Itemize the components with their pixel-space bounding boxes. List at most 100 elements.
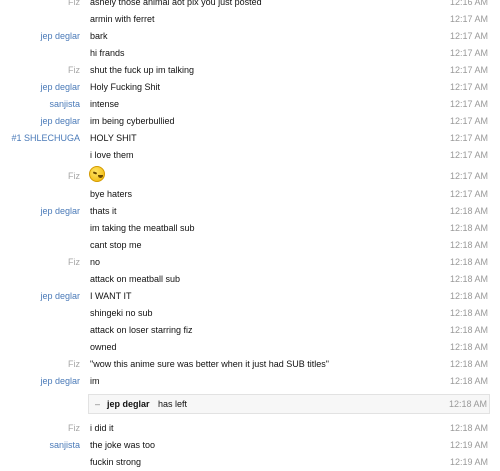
message-text: im taking the meatball sub: [90, 223, 195, 233]
message-timestamp: 12:17 AM: [449, 31, 488, 41]
sender-name[interactable]: Fiz: [0, 62, 80, 79]
message-text: Holy Fucking Shit: [90, 82, 161, 92]
message-row: i love them 12:17 AM: [0, 147, 500, 164]
message-row: jep deglar Holy Fucking Shit 12:17 AM: [0, 79, 500, 96]
system-event-box: – jep deglar has left 12:18 AM: [88, 394, 490, 414]
message-timestamp: 12:18 AM: [449, 359, 488, 369]
message-row: Fiz ashely those animal aot pix you just …: [0, 0, 500, 11]
message-row: im taking the meatball sub 12:18 AM: [0, 220, 500, 237]
message-text: the joke was too: [90, 440, 156, 450]
message-row: sanjista intense 12:17 AM: [0, 96, 500, 113]
message-row: Fiz shut the fuck up im talking 12:17 AM: [0, 62, 500, 79]
message-text: im: [90, 376, 100, 386]
message-timestamp: 12:18 AM: [449, 342, 488, 352]
message-row: armin with ferret 12:17 AM: [0, 11, 500, 28]
message-timestamp: 12:18 AM: [449, 223, 488, 233]
message-text: cant stop me: [90, 240, 142, 250]
sender-name[interactable]: jep deglar: [0, 28, 80, 45]
message-timestamp: 12:18 AM: [449, 257, 488, 267]
message-timestamp: 12:16 AM: [449, 0, 488, 7]
message-row: Fiz "wow this anime sure was better when …: [0, 356, 500, 373]
message-row: cant stop me 12:18 AM: [0, 237, 500, 254]
system-event-timestamp: 12:18 AM: [448, 399, 487, 409]
message-text: attack on meatball sub: [90, 274, 181, 284]
sender-name[interactable]: jep deglar: [0, 203, 80, 220]
message-text: fuckin strong: [90, 457, 142, 467]
message-timestamp: 12:19 AM: [449, 440, 488, 450]
system-event-action: has left: [158, 399, 188, 409]
message-text: I WANT IT: [90, 291, 132, 301]
message-row: Fiz 12:17 AM: [0, 164, 500, 188]
sender-name[interactable]: Fiz: [0, 168, 80, 185]
message-row: attack on meatball sub 12:18 AM: [0, 271, 500, 288]
message-row: fuckin strong 12:19 AM: [0, 454, 500, 471]
laughing-emoji-icon: [89, 166, 105, 182]
message-row: shingeki no sub 12:18 AM: [0, 305, 500, 322]
message-timestamp: 12:17 AM: [449, 65, 488, 75]
message-timestamp: 12:17 AM: [449, 82, 488, 92]
message-timestamp: 12:18 AM: [449, 325, 488, 335]
sender-name[interactable]: #1 SHLECHUGA: [0, 130, 80, 147]
message-row: jep deglar im 12:18 AM: [0, 373, 500, 390]
sender-name[interactable]: jep deglar: [0, 288, 80, 305]
sender-name[interactable]: sanjista: [0, 96, 80, 113]
message-timestamp: 12:19 AM: [449, 457, 488, 467]
message-text: shingeki no sub: [90, 308, 153, 318]
message-row: Fiz i did it 12:18 AM: [0, 420, 500, 437]
message-row: jep deglar bark 12:17 AM: [0, 28, 500, 45]
message-text: bark: [90, 31, 108, 41]
message-text: attack on loser starring fiz: [90, 325, 193, 335]
system-event-user[interactable]: jep deglar: [107, 395, 150, 413]
message-row: jep deglar thats it 12:18 AM: [0, 203, 500, 220]
chat-log: Fiz ashely those animal aot pix you just …: [0, 0, 500, 467]
sender-name[interactable]: Fiz: [0, 254, 80, 271]
message-timestamp: 12:17 AM: [449, 14, 488, 24]
message-timestamp: 12:18 AM: [449, 376, 488, 386]
message-timestamp: 12:17 AM: [449, 99, 488, 109]
message-timestamp: 12:18 AM: [449, 240, 488, 250]
message-timestamp: 12:17 AM: [449, 150, 488, 160]
message-text: "wow this anime sure was better when it …: [90, 359, 329, 369]
message-timestamp: 12:18 AM: [449, 291, 488, 301]
message-row: bye haters 12:17 AM: [0, 186, 500, 203]
message-timestamp: 12:18 AM: [449, 206, 488, 216]
message-text: hi frands: [90, 48, 125, 58]
message-row: sanjista the joke was too 12:19 AM: [0, 437, 500, 454]
message-text: bye haters: [90, 189, 133, 199]
message-row: jep deglar im being cyberbullied 12:17 AM: [0, 113, 500, 130]
message-text: owned: [90, 342, 117, 352]
sender-name[interactable]: jep deglar: [0, 373, 80, 390]
message-timestamp: 12:18 AM: [449, 274, 488, 284]
message-row: jep deglar I WANT IT 12:18 AM: [0, 288, 500, 305]
sender-name[interactable]: Fiz: [0, 0, 80, 11]
message-text: no: [90, 257, 101, 267]
sender-name[interactable]: Fiz: [0, 356, 80, 373]
message-row: Fiz no 12:18 AM: [0, 254, 500, 271]
message-text: i did it: [90, 423, 114, 433]
message-text: i love them: [90, 150, 134, 160]
message-timestamp: 12:17 AM: [449, 171, 488, 181]
message-timestamp: 12:17 AM: [449, 116, 488, 126]
sender-name[interactable]: jep deglar: [0, 79, 80, 96]
message-row: attack on loser starring fiz 12:18 AM: [0, 322, 500, 339]
sender-name[interactable]: jep deglar: [0, 113, 80, 130]
message-text: thats it: [90, 206, 117, 216]
message-row: owned 12:18 AM: [0, 339, 500, 356]
message-timestamp: 12:17 AM: [449, 133, 488, 143]
sender-name[interactable]: sanjista: [0, 437, 80, 454]
message-text: im being cyberbullied: [90, 116, 175, 126]
message-text: HOLY SHIT: [90, 133, 137, 143]
message-row: hi frands 12:17 AM: [0, 45, 500, 62]
sender-name[interactable]: Fiz: [0, 420, 80, 437]
message-text: ashely those animal aot pix you just pos…: [90, 0, 262, 7]
message-timestamp: 12:17 AM: [449, 189, 488, 199]
system-event-row: – jep deglar has left 12:18 AM: [0, 394, 500, 414]
message-text: shut the fuck up im talking: [90, 65, 195, 75]
message-text: armin with ferret: [90, 14, 155, 24]
message-timestamp: 12:18 AM: [449, 308, 488, 318]
message-timestamp: 12:17 AM: [449, 48, 488, 58]
message-text: intense: [90, 99, 120, 109]
message-timestamp: 12:18 AM: [449, 423, 488, 433]
dash-icon: –: [95, 399, 101, 409]
message-row: #1 SHLECHUGA HOLY SHIT 12:17 AM: [0, 130, 500, 147]
